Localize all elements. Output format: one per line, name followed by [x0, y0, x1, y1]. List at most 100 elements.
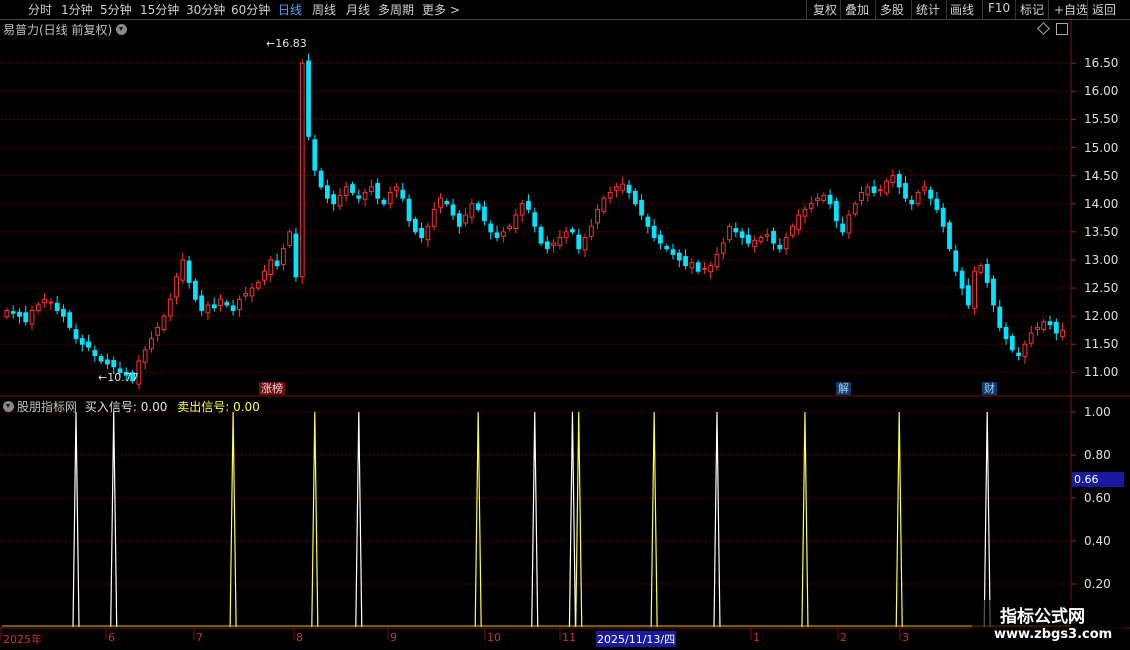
candle-body	[865, 186, 871, 196]
candle-body	[324, 185, 330, 199]
sell-signal-label: 卖出信号: 0.00	[177, 400, 260, 414]
candle-body	[438, 197, 443, 208]
candle-body	[79, 338, 85, 345]
date-label: 2	[840, 631, 847, 644]
candle-body	[17, 311, 22, 317]
candle-body	[54, 302, 60, 312]
candle-body	[607, 192, 613, 199]
candle-body	[274, 260, 280, 267]
candle-body	[953, 250, 959, 272]
candle-body	[639, 199, 644, 216]
candle-body	[412, 218, 418, 233]
indicator-label: 0.60	[1084, 491, 1111, 505]
indicator-label: 0.80	[1084, 448, 1111, 462]
event-tag-cai[interactable]: 财	[982, 382, 997, 395]
candle-body	[4, 310, 10, 318]
candle-body	[450, 204, 456, 216]
candle-body	[702, 267, 707, 270]
candle-body	[293, 233, 299, 278]
candle-body	[205, 304, 211, 314]
indicator-title[interactable]: 股朋指标网 买入信号: 0.00 卖出信号: 0.00	[3, 398, 260, 415]
candle-body	[262, 270, 267, 281]
candle-body	[1003, 326, 1009, 340]
candle-body	[469, 203, 475, 218]
price-label: 11.00	[1084, 365, 1119, 380]
candle-body	[161, 315, 167, 331]
candle-body	[752, 239, 758, 247]
high-annotation: ←16.83	[266, 37, 307, 50]
candle-body	[683, 256, 688, 267]
candle-body	[620, 183, 626, 191]
candle-body	[42, 298, 47, 304]
candle-body	[670, 249, 676, 255]
candle-body	[846, 214, 852, 234]
candle-body	[645, 216, 651, 227]
candle-body	[852, 203, 858, 215]
candle-body	[337, 194, 343, 207]
candle-body	[249, 287, 255, 297]
candle-body	[997, 306, 1003, 328]
sell-signal-spike	[311, 411, 319, 628]
sell-signal-spike	[474, 411, 482, 628]
indicator-dropdown-icon[interactable]	[3, 401, 14, 412]
candle-body	[777, 244, 783, 250]
date-label: 10	[487, 631, 501, 644]
candle-body	[86, 341, 91, 348]
candle-body	[224, 302, 230, 306]
candle-body	[632, 190, 638, 205]
event-tag-zhangbang[interactable]: 涨榜	[259, 382, 285, 395]
candle-body	[180, 259, 186, 281]
price-label: 14.50	[1084, 168, 1119, 183]
candle-body	[312, 139, 318, 171]
candle-body	[1041, 321, 1047, 331]
candle-body	[218, 298, 223, 306]
candle-body	[802, 208, 808, 217]
candle-body	[651, 225, 657, 238]
price-label: 16.00	[1084, 84, 1119, 99]
candle-body	[601, 197, 607, 213]
candle-body	[368, 186, 374, 192]
candle-body	[978, 265, 984, 273]
candle-body	[237, 298, 242, 310]
candle-body	[456, 213, 462, 227]
buy-signal-label: 买入信号: 0.00	[84, 400, 168, 414]
buy-signal-spike	[531, 411, 539, 628]
date-label: 7	[196, 631, 203, 644]
candle-body	[500, 231, 506, 237]
candle-body	[884, 180, 890, 194]
candle-body	[720, 242, 726, 254]
price-label: 15.50	[1084, 112, 1119, 127]
candle-body	[1028, 332, 1034, 344]
candle-body	[526, 201, 531, 210]
low-annotation: ←10.77	[98, 371, 139, 384]
event-tag-jie[interactable]: 解	[836, 382, 851, 395]
candle-body	[67, 312, 73, 328]
price-label: 16.50	[1084, 56, 1119, 71]
candle-body	[859, 192, 864, 201]
candle-body	[287, 231, 293, 246]
candle-body	[871, 186, 877, 194]
candle-body	[695, 262, 701, 272]
candle-body	[588, 225, 594, 237]
candle-body	[808, 203, 814, 209]
candle-body	[890, 175, 896, 183]
price-label: 12.00	[1084, 309, 1119, 324]
watermark-url: www.zbgs3.com	[994, 627, 1113, 642]
sell-signal-spike	[575, 411, 583, 628]
candle-body	[1035, 326, 1040, 331]
candle-body	[381, 199, 387, 205]
indicator-label: 0.20	[1084, 577, 1111, 591]
candle-body	[400, 189, 406, 199]
candle-body	[431, 208, 437, 227]
candle-body	[827, 194, 833, 205]
chart-canvas[interactable]	[0, 0, 1130, 650]
candle-body	[840, 223, 846, 233]
candle-body	[149, 338, 154, 350]
candle-body	[984, 263, 990, 283]
candle-body	[544, 241, 550, 250]
indicator-label: 1.00	[1084, 405, 1111, 419]
candle-body	[519, 203, 525, 216]
candle-body	[928, 189, 934, 199]
candle-body	[714, 253, 720, 268]
candle-body	[783, 236, 789, 250]
